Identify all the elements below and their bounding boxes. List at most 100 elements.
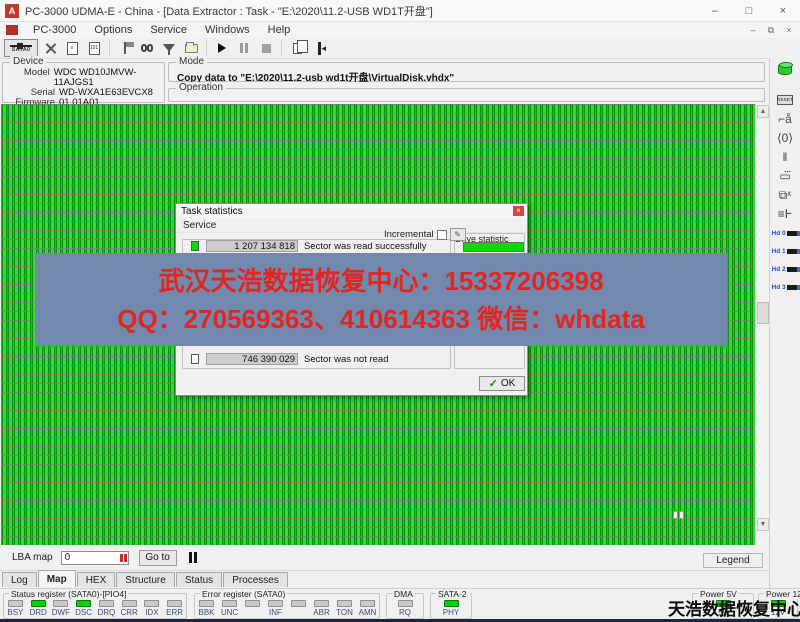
tab-processes[interactable]: Processes: [223, 572, 288, 587]
map-scrollbar[interactable]: ▲ ▼: [755, 104, 769, 545]
mdi-child-icon: [6, 25, 18, 35]
minimize-button[interactable]: –: [698, 0, 732, 22]
led-label: BSY: [7, 608, 24, 617]
led-label: TON: [336, 608, 353, 617]
exit-icon: [317, 41, 326, 55]
menu-service[interactable]: Service: [141, 24, 196, 36]
lba-map-label: LBA map: [12, 552, 53, 563]
goto-button[interactable]: Go to: [138, 549, 177, 566]
close-copies-button[interactable]: ⧉ˣ: [772, 186, 798, 203]
stop-button[interactable]: [256, 39, 276, 57]
zero-icon: ⟨0⟩: [776, 130, 794, 145]
bus-config-button[interactable]: ≡Ͱ: [772, 205, 798, 222]
dialog-title-bar[interactable]: Task statistics ×: [176, 204, 527, 218]
ok-button[interactable]: ✓ OK: [479, 376, 525, 391]
watermark-banner: 武汉天浩数据恢复中心：15337206398 QQ：270569363、4106…: [35, 253, 727, 346]
maximize-button[interactable]: □: [732, 0, 766, 22]
status-led-bsy: BSY: [4, 600, 26, 617]
child-close-button[interactable]: ×: [782, 24, 796, 36]
head-0-button[interactable]: Hd 0: [772, 226, 800, 240]
incremental-checkbox[interactable]: [436, 229, 447, 240]
menu-pc3000[interactable]: PC-3000: [24, 24, 85, 36]
pause-button[interactable]: [234, 39, 254, 57]
status-watermark: 天浩数据恢复中心: [668, 600, 800, 619]
scroll-down-button[interactable]: ▼: [757, 518, 769, 531]
legend-button[interactable]: Legend: [703, 553, 763, 568]
status-led-inf: INF: [265, 600, 287, 617]
close-button[interactable]: ×: [766, 0, 800, 22]
reset-button[interactable]: RESET: [772, 91, 798, 108]
copy-icon: [292, 39, 308, 54]
map-pause-icon[interactable]: [188, 552, 197, 563]
led-indicator: [337, 600, 352, 607]
head-2-button[interactable]: Hd 2: [772, 262, 800, 276]
menu-bar: PC-3000 Options Service Windows Help – ⧉…: [0, 22, 800, 38]
sata0-port-button[interactable]: SATA0: [4, 39, 38, 57]
led-indicator: [222, 600, 237, 607]
view-tab-bar: Log Map HEX Structure Status Processes: [0, 570, 769, 587]
scrollbar-thumb[interactable]: [757, 302, 769, 324]
start-button[interactable]: [212, 39, 232, 57]
led-label: UNC: [220, 608, 239, 617]
led-label: INF: [269, 608, 282, 617]
dialog-menu-service[interactable]: Service: [176, 218, 527, 233]
head-icon: [786, 248, 800, 254]
app-logo-icon: A: [5, 3, 19, 18]
seek-zero-button[interactable]: ⟨0⟩: [772, 129, 798, 146]
task-log-button[interactable]: ≡: [62, 39, 82, 57]
dialog-title: Task statistics: [181, 205, 243, 217]
tab-status[interactable]: Status: [175, 572, 223, 587]
led-label: CRR: [120, 608, 138, 617]
marker-button[interactable]: [115, 39, 135, 57]
led-label: RQ: [399, 608, 411, 617]
incremental-label: Incremental: [384, 229, 434, 240]
status-led-amn: AMN: [357, 600, 379, 617]
status-led-blank: [288, 600, 310, 617]
tab-map[interactable]: Map: [37, 570, 76, 587]
tab-log[interactable]: Log: [2, 572, 37, 587]
menu-windows[interactable]: Windows: [196, 24, 259, 36]
halt-button[interactable]: ‖: [772, 148, 798, 165]
stop-icon: [261, 43, 271, 53]
led-indicator: [291, 600, 306, 607]
lba-spinner[interactable]: [119, 553, 127, 562]
connector-button[interactable]: ▭⃛: [772, 167, 798, 184]
filter-button[interactable]: [159, 39, 179, 57]
tab-hex[interactable]: HEX: [76, 572, 116, 587]
led-indicator: [314, 600, 329, 607]
exit-task-button[interactable]: [309, 39, 329, 57]
unread-sector-block: [673, 511, 678, 519]
head-1-button[interactable]: Hd 1: [772, 244, 800, 258]
funnel-icon: [163, 44, 175, 55]
window-title: PC-3000 UDMA-E - China - [Data Extractor…: [25, 5, 433, 18]
status-led-ton: TON: [334, 600, 356, 617]
check-icon: ✓: [488, 378, 498, 390]
not-read-color-swatch: [191, 354, 199, 364]
mode-panel: Mode Copy data to "E:\2020\11.2-usb wd1t…: [168, 56, 765, 84]
unread-sector-block: [679, 511, 684, 519]
scroll-up-button[interactable]: ▲: [757, 105, 769, 118]
child-restore-button[interactable]: ⧉: [764, 24, 778, 36]
utility-tools-button[interactable]: [40, 39, 60, 57]
drive-power-button[interactable]: [772, 60, 798, 77]
recalibrate-button[interactable]: ⌐å: [772, 110, 798, 127]
head-3-button[interactable]: Hd 3: [772, 280, 800, 294]
menu-help[interactable]: Help: [259, 24, 300, 36]
child-minimize-button[interactable]: –: [746, 24, 760, 36]
led-label: DRD: [29, 608, 47, 617]
menu-options[interactable]: Options: [85, 24, 141, 36]
copy-task-button[interactable]: [287, 39, 308, 57]
search-button[interactable]: [137, 39, 157, 57]
lba-value: 0: [64, 552, 71, 563]
tab-structure[interactable]: Structure: [116, 572, 175, 587]
sector-view-button[interactable]: 101: [84, 39, 104, 57]
status-led-idx: IDX: [141, 600, 163, 617]
dialog-close-button[interactable]: ×: [513, 206, 524, 216]
read-ok-color-swatch: [191, 241, 199, 251]
tools-icon: [44, 42, 57, 55]
device-model-row: Model WDC WD10JMVW-11AJGS1: [23, 67, 137, 88]
open-task-button[interactable]: [181, 39, 201, 57]
edit-increment-button[interactable]: ✎: [449, 228, 466, 241]
lba-input[interactable]: 0: [60, 550, 129, 565]
mode-panel-title: Mode: [176, 56, 208, 67]
